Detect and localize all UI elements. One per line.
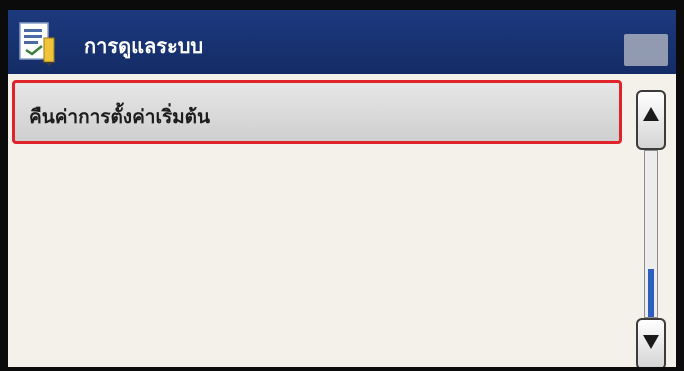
scroll-down-button[interactable] bbox=[636, 318, 666, 367]
page-title: การดูแลระบบ bbox=[84, 34, 204, 58]
list-item-restore-defaults[interactable]: คืนค่าการตั้งค่าเริ่มต้น bbox=[12, 80, 622, 144]
settings-document-icon bbox=[18, 20, 60, 66]
scrollbar-thumb[interactable] bbox=[648, 269, 654, 317]
list-item-label: คืนค่าการตั้งค่าเริ่มต้น bbox=[29, 106, 211, 128]
triangle-down-icon bbox=[643, 335, 659, 349]
help-button[interactable] bbox=[624, 34, 668, 66]
scrollbar-track[interactable] bbox=[644, 150, 658, 318]
triangle-up-icon bbox=[643, 107, 659, 121]
title-bar: การดูแลระบบ bbox=[8, 10, 676, 74]
printer-panel-screen: การดูแลระบบ คืนค่าการตั้งค่าเริ่มต้น bbox=[8, 10, 676, 367]
scroll-up-button[interactable] bbox=[636, 90, 666, 150]
